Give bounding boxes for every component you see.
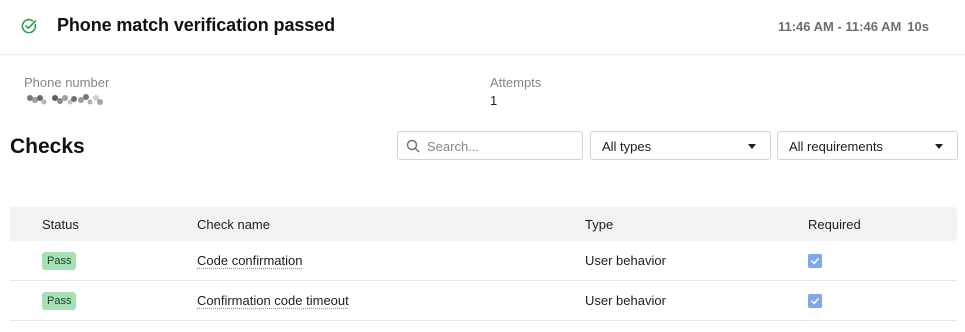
check-type: User behavior bbox=[585, 293, 666, 308]
attempts-value: 1 bbox=[490, 93, 498, 108]
verification-detail-page: Phone match verification passed 11:46 AM… bbox=[0, 0, 965, 332]
duration: 10s bbox=[907, 19, 929, 34]
attempts-label: Attempts bbox=[490, 75, 542, 90]
table-header: Status Check name Type Required bbox=[10, 207, 957, 241]
requirement-filter-select[interactable]: All requirements bbox=[777, 131, 958, 160]
caret-down-icon bbox=[935, 144, 943, 149]
check-type: User behavior bbox=[585, 253, 666, 268]
type-filter-select[interactable]: All types bbox=[590, 131, 771, 160]
search-input[interactable] bbox=[427, 136, 577, 156]
checkmark-icon bbox=[811, 258, 819, 265]
check-circle-icon bbox=[21, 18, 37, 34]
status-badge: Pass bbox=[42, 292, 77, 310]
check-name-link[interactable]: Code confirmation bbox=[197, 253, 303, 268]
checkmark-icon bbox=[811, 298, 819, 305]
status-badge: Pass bbox=[42, 252, 77, 270]
type-filter-value: All types bbox=[602, 139, 652, 154]
required-checkbox bbox=[808, 254, 822, 268]
table-row[interactable]: Pass Confirmation code timeout User beha… bbox=[10, 281, 957, 321]
column-header-required[interactable]: Required bbox=[808, 217, 861, 232]
check-name-link[interactable]: Confirmation code timeout bbox=[197, 293, 349, 308]
required-checkbox bbox=[808, 294, 822, 308]
caret-down-icon bbox=[748, 144, 756, 149]
search-box[interactable] bbox=[397, 131, 583, 160]
checks-heading: Checks bbox=[10, 135, 85, 158]
page-header: Phone match verification passed 11:46 AM… bbox=[0, 0, 965, 55]
phone-number-label: Phone number bbox=[24, 75, 110, 90]
page-title: Phone match verification passed bbox=[57, 15, 335, 35]
column-header-status[interactable]: Status bbox=[42, 217, 79, 232]
requirement-filter-value: All requirements bbox=[789, 139, 883, 154]
table-row[interactable]: Pass Code confirmation User behavior bbox=[10, 241, 957, 281]
redacted-phone-value bbox=[27, 94, 103, 105]
time-info: 11:46 AM - 11:46 AM 10s bbox=[778, 19, 929, 34]
column-header-type[interactable]: Type bbox=[585, 217, 613, 232]
search-icon bbox=[406, 139, 420, 153]
column-header-check-name[interactable]: Check name bbox=[197, 217, 270, 232]
time-range: 11:46 AM - 11:46 AM bbox=[777, 19, 902, 34]
